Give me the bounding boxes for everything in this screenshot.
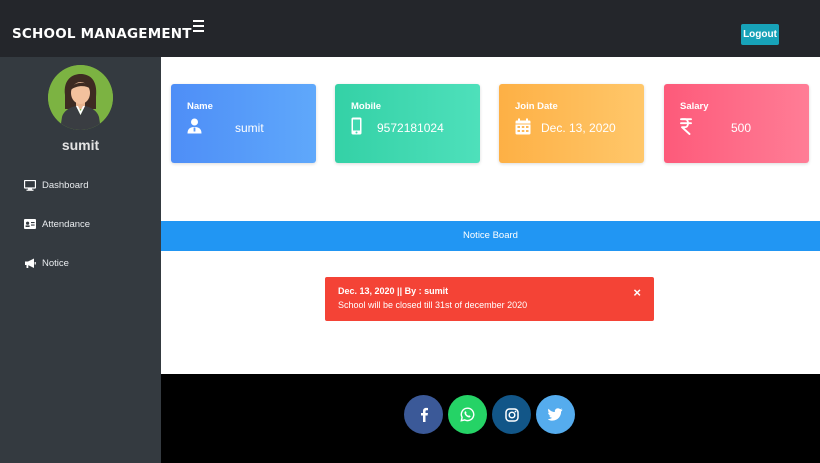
sidebar-username: sumit xyxy=(61,137,100,153)
notice-heading: Dec. 13, 2020 || By : sumit xyxy=(338,286,449,296)
monitor-icon xyxy=(24,179,37,191)
twitter-icon[interactable] xyxy=(536,395,575,434)
info-card-salary: Salary 500 xyxy=(664,84,809,163)
card-label: Name xyxy=(187,101,213,112)
rupee-icon xyxy=(680,117,696,135)
sidebar-item-label: Attendance xyxy=(42,218,91,230)
sidebar-item-notice[interactable]: Notice xyxy=(24,255,69,271)
calendar-icon xyxy=(515,117,531,135)
sidebar: sumit Dashboard Attendance Notice xyxy=(0,57,161,463)
notice-body: School will be closed till 31st of decem… xyxy=(338,300,528,310)
info-card-join-date: Join Date Dec. 13, 2020 xyxy=(499,84,644,163)
id-card-icon xyxy=(24,219,37,230)
sidebar-item-attendance[interactable]: Attendance xyxy=(24,216,90,232)
instagram-icon[interactable] xyxy=(492,395,531,434)
card-value: 500 xyxy=(731,121,752,135)
notice-board-header: Notice Board xyxy=(161,221,820,251)
card-label: Join Date xyxy=(515,101,558,112)
close-icon[interactable]: × xyxy=(633,285,641,300)
brand-title[interactable]: SCHOOL MANAGEMENT xyxy=(12,26,192,42)
user-icon xyxy=(187,117,203,135)
sidebar-item-label: Notice xyxy=(42,257,69,269)
info-card-mobile: Mobile 9572181024 xyxy=(335,84,480,163)
footer xyxy=(161,374,820,463)
info-card-name: Name sumit xyxy=(171,84,316,163)
card-value: sumit xyxy=(235,121,264,135)
card-value: 9572181024 xyxy=(377,121,444,135)
card-label: Salary xyxy=(680,101,709,112)
top-navbar: SCHOOL MANAGEMENT Logout xyxy=(0,0,820,57)
card-label: Mobile xyxy=(351,101,382,112)
logout-button[interactable]: Logout xyxy=(741,24,779,45)
card-value: Dec. 13, 2020 xyxy=(541,121,616,135)
avatar xyxy=(48,65,113,130)
sidebar-item-dashboard[interactable]: Dashboard xyxy=(24,177,88,193)
sidebar-item-label: Dashboard xyxy=(42,179,89,191)
notice-alert: Dec. 13, 2020 || By : sumit School will … xyxy=(325,277,654,321)
whatsapp-icon[interactable] xyxy=(448,395,487,434)
mobile-icon xyxy=(351,117,367,135)
menu-toggle-icon[interactable] xyxy=(193,20,206,32)
facebook-icon[interactable] xyxy=(404,395,443,434)
megaphone-icon xyxy=(24,258,37,269)
